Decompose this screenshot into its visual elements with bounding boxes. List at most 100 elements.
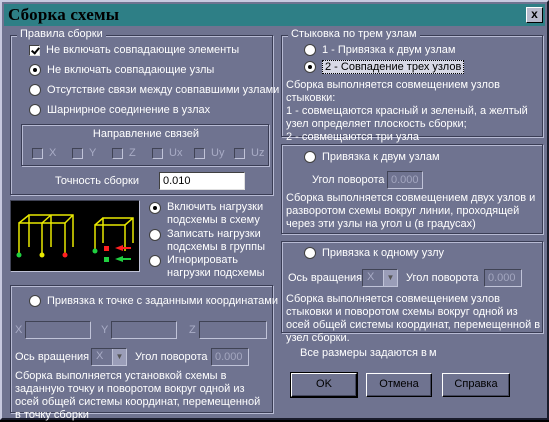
checkbox-label: Не включать совпадающие элементы [46,44,240,56]
hinged-joint-radio[interactable]: Шарнирное соединение в узлах [29,104,210,116]
precision-label: Точность сборки [55,175,139,187]
cancel-button[interactable]: Отмена [366,373,432,397]
radio-label: Не включать совпадающие узлы [47,64,215,76]
z-label: Z [189,324,196,336]
radio-dot[interactable] [149,229,161,241]
title-bar[interactable]: Сборка схемы x [4,4,545,26]
ok-button[interactable]: OK [290,372,358,398]
radio-dot[interactable] [29,104,41,116]
y-label: Y [101,324,109,336]
checkbox-label: X [49,147,57,159]
two-node-angle-input[interactable]: 0.000 [387,171,423,189]
checkbox-box[interactable] [112,147,123,159]
one-node-axis-value: X [367,271,375,283]
radio-dot[interactable] [149,202,161,214]
exclude-coincident-nodes-radio[interactable]: Не включать совпадающие узлы [29,64,214,76]
radio-label: Игнорировать нагрузки подсхемы [167,254,265,279]
link-directions-group: Направление связей X Y Z Ux Uy Uz [21,124,269,166]
rotation-angle-input[interactable]: 0.000 [211,348,249,366]
radio-dot[interactable] [304,44,316,56]
one-node-angle-input[interactable]: 0.000 [484,269,522,287]
close-button[interactable]: x [526,7,543,23]
bind-two-nodes-radio[interactable]: Привязка к двум узлам [304,151,440,163]
precision-input[interactable]: 0.010 [159,172,245,190]
assembly-rules-legend: Правила сборки [17,28,106,40]
units-note: Все размеры задаются в [300,347,427,359]
checkbox-label: Uz [251,147,265,159]
ignore-loads-radio[interactable]: Игнорировать нагрузки подсхемы [149,254,279,280]
checkbox-label: Uy [211,147,225,159]
radio-label: Включить нагрузки подсхемы в схему [167,201,264,226]
link-directions-legend: Направление связей [92,128,200,140]
exclude-coincident-elements-checkbox[interactable]: Не включать совпадающие элементы [29,44,239,56]
radio-label: 1 - Привязка к двум узлам [322,44,456,56]
checkbox-label: Ux [169,147,183,159]
x-coordinate-input[interactable] [25,321,91,339]
rotation-axis-label: Ось вращения [15,351,90,363]
help-button[interactable]: Справка [442,373,510,397]
two-node-angle-label: Угол поворота u [312,174,394,186]
description-line: 1 - совмещаются красный и зеленый, а жел… [286,105,528,130]
one-node-axis-select[interactable]: X ▼ [362,269,398,287]
radio-label: 2 - Совпадение трех узлов [322,60,465,74]
rotation-angle-label: Угол поворота [135,351,208,363]
radio-dot[interactable] [29,84,41,96]
checkbox-box[interactable] [32,147,43,159]
write-loads-groups-radio[interactable]: Записать нагрузки подсхемы в группы [149,228,279,254]
checkbox-box[interactable] [194,147,205,159]
three-nodes-match-radio[interactable]: 2 - Совпадение трех узлов [304,60,465,74]
x-label: X [15,324,23,336]
checkbox-label: Y [89,147,97,159]
radio-dot[interactable] [304,61,316,73]
checkbox-box[interactable] [72,147,83,159]
radio-dot[interactable] [304,151,316,163]
checkbox-box[interactable] [152,147,163,159]
two-node-binding-group: Привязка к двум узлам Угол поворота u 0.… [281,144,543,234]
rotation-axis-select[interactable]: X ▼ [91,348,127,366]
bind-to-coordinates-radio[interactable]: Привязка к точке с заданными координатам… [29,295,278,307]
radio-dot[interactable] [29,64,41,76]
checkbox-box[interactable] [29,44,40,56]
direction-x-checkbox[interactable]: X [32,147,56,159]
three-node-docking-group: Стыковка по трем узлам 1 - Привязка к дв… [281,28,543,143]
radio-label: Привязка к одному узлу [322,247,445,259]
one-node-angle-label: Угол поворота [406,272,479,284]
coordinates-binding-group: Привязка к точке с заданными координатам… [10,285,278,421]
one-node-axis-label: Ось вращения [288,272,363,284]
three-node-description: Сборка выполняется совмещением узлов сты… [286,79,540,144]
chevron-down-icon[interactable]: ▼ [112,349,126,365]
radio-label: Привязка к двум узлам [322,151,440,163]
one-node-binding-group: Привязка к одному узлу Ось вращения X ▼ … [281,241,543,344]
dialog-window: Сборка схемы x Правила сборки Не включат… [0,0,549,421]
checkbox-label: Z [129,147,136,159]
checkbox-box[interactable] [234,147,245,159]
description-line: 2 - совмещаются три узла [286,131,419,143]
description-line: Сборка выполняется совмещением узлов сты… [286,79,500,104]
direction-y-checkbox[interactable]: Y [72,147,96,159]
direction-uz-checkbox[interactable]: Uz [234,147,264,159]
bind-two-nodes-option-radio[interactable]: 1 - Привязка к двум узлам [304,44,455,56]
direction-uy-checkbox[interactable]: Uy [194,147,224,159]
y-coordinate-input[interactable] [111,321,177,339]
radio-label: Записать нагрузки подсхемы в группы [167,228,265,253]
radio-dot[interactable] [149,255,161,267]
radio-dot[interactable] [304,247,316,259]
one-node-description: Сборка выполняется совмещением узлов сты… [286,293,541,344]
z-coordinate-input[interactable] [199,321,267,339]
radio-label: Привязка к точке с заданными координатам… [47,295,278,307]
units-value: м [429,347,437,359]
assembly-rules-group: Правила сборки Не включать совпадающие э… [10,28,279,195]
radio-label: Отсутствие связи между совпавшими узлами [47,84,280,96]
dialog-title: Сборка схемы [8,5,120,24]
radio-dot[interactable] [29,295,41,307]
chevron-down-icon[interactable]: ▼ [383,270,397,286]
coordinates-description: Сборка выполняется установкой схемы в за… [15,370,261,421]
three-node-docking-legend: Стыковка по трем узлам [288,28,420,40]
bind-one-node-radio[interactable]: Привязка к одному узлу [304,247,444,259]
direction-ux-checkbox[interactable]: Ux [152,147,182,159]
include-loads-radio[interactable]: Включить нагрузки подсхемы в схему [149,201,279,227]
direction-z-checkbox[interactable]: Z [112,147,136,159]
scheme-preview-image [10,200,140,272]
no-link-coincident-nodes-radio[interactable]: Отсутствие связи между совпавшими узлами [29,84,279,96]
frame-structure-icon [16,214,134,262]
